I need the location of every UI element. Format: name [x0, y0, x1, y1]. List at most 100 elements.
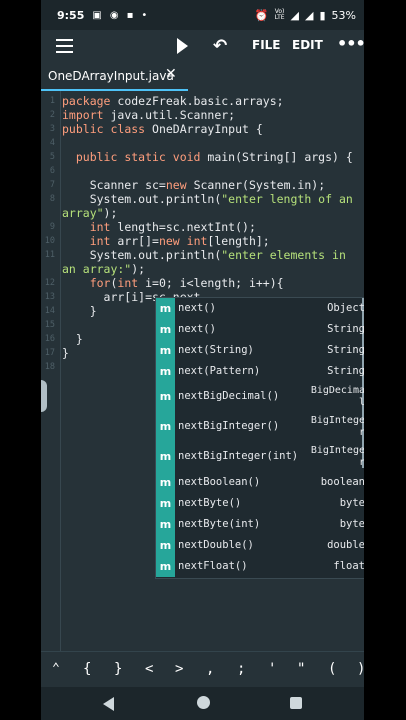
edit-menu-button[interactable]: EDIT: [292, 38, 323, 52]
suggestion-type: String: [327, 365, 364, 377]
gutter-divider: [60, 91, 61, 651]
line-number: 18: [44, 362, 55, 372]
method-badge-icon: m: [156, 361, 175, 382]
line-number: 11: [44, 250, 55, 260]
suggestion-type: double: [327, 539, 364, 551]
suggestion-item[interactable]: m nextByte() byte: [156, 493, 364, 514]
tab-bar: OneDArrayInput.java ✕: [41, 62, 364, 92]
symbol-key[interactable]: >: [175, 661, 183, 677]
line-number: 10: [44, 236, 55, 246]
dot-icon: •: [141, 9, 148, 21]
code-line: public static void main(String[] args) {: [62, 150, 353, 164]
suggestion-name: nextFloat(): [178, 560, 248, 572]
line-number: 2: [49, 110, 55, 120]
method-badge-icon: m: [156, 442, 175, 472]
code-line: int arr[]=new int[length];: [62, 234, 270, 248]
suggestion-item[interactable]: m next(String) String: [156, 340, 364, 361]
suggestion-type: Object: [327, 302, 364, 314]
suggestion-name: nextByte(int): [178, 518, 261, 530]
suggestion-item[interactable]: m nextFloat() float: [156, 556, 364, 577]
suggestion-type: String: [327, 344, 364, 356]
suggestion-item[interactable]: m next(Pattern) String: [156, 361, 364, 382]
suggestion-item[interactable]: m nextBigInteger() BigIntege r: [156, 412, 364, 442]
signal-icon-2: ◢: [305, 8, 314, 22]
method-badge-icon: m: [156, 514, 175, 535]
symbol-key[interactable]: ): [357, 661, 364, 677]
battery-icon: ▮: [319, 8, 326, 22]
more-options-icon[interactable]: •••: [337, 34, 364, 53]
symbol-key[interactable]: ': [268, 661, 276, 677]
suggestion-name: nextBigDecimal(): [178, 390, 280, 402]
run-icon[interactable]: [177, 38, 188, 54]
code-line: package codezFreak.basic.arrays;: [62, 94, 284, 108]
code-line: }: [62, 332, 83, 346]
battery-percent: 53%: [331, 8, 356, 22]
method-badge-icon: m: [156, 412, 175, 442]
symbol-key[interactable]: ": [297, 661, 305, 677]
symbol-key[interactable]: <: [145, 661, 153, 677]
suggestion-item[interactable]: m nextDouble() double: [156, 535, 364, 556]
symbol-bar: ⌃ { } < > , ; ' " ( ): [41, 651, 364, 688]
line-number: 14: [44, 306, 55, 316]
suggestion-name: nextByte(): [178, 497, 242, 509]
suggestion-name: next(Pattern): [178, 365, 261, 377]
method-badge-icon: m: [156, 556, 175, 577]
suggestion-name: nextBoolean(): [178, 476, 261, 488]
expand-up-icon[interactable]: ⌃: [52, 661, 60, 676]
line-number: 16: [44, 334, 55, 344]
method-badge-icon: m: [156, 298, 175, 319]
code-line: System.out.println("enter length of an: [62, 192, 353, 206]
menu-icon[interactable]: [56, 39, 73, 53]
suggestion-item[interactable]: m next() String: [156, 319, 364, 340]
recent-apps-icon[interactable]: [290, 697, 302, 709]
file-menu-button[interactable]: FILE: [252, 38, 281, 52]
symbol-key[interactable]: ;: [237, 661, 245, 677]
method-badge-icon: m: [156, 535, 175, 556]
code-line: for(int i=0; i<length; i++){: [62, 276, 284, 290]
suggestion-name: nextDouble(): [178, 539, 254, 551]
tab-onedarrayinput[interactable]: OneDArrayInput.java ✕: [41, 62, 188, 91]
method-badge-icon: m: [156, 493, 175, 514]
suggestion-name: next(): [178, 302, 216, 314]
method-badge-icon: m: [156, 382, 175, 412]
suggestion-type: byte: [339, 518, 364, 530]
status-right: ⏰ Vo) LTE ◢ ◢ ▮ 53%: [255, 9, 356, 22]
gallery-notification-icon: ▣: [92, 9, 102, 21]
method-badge-icon: m: [156, 319, 175, 340]
symbol-key[interactable]: (: [328, 661, 336, 677]
line-number: 15: [44, 320, 55, 330]
line-number: 17: [44, 348, 55, 358]
drawer-handle[interactable]: [41, 380, 47, 412]
symbol-key[interactable]: ,: [206, 661, 214, 677]
volte-indicator: Vo) LTE: [274, 8, 285, 21]
suggestion-type: String: [327, 323, 364, 335]
line-number: 7: [49, 180, 55, 190]
line-number: 8: [49, 194, 55, 204]
back-icon[interactable]: [103, 697, 114, 711]
alarm-icon: ⏰: [254, 8, 269, 22]
suggestion-name: next(): [178, 323, 216, 335]
suggestion-item[interactable]: m nextByte(int) byte: [156, 514, 364, 535]
code-line-wrap: an array:");: [62, 262, 146, 276]
toolbar: ↶ FILE EDIT •••: [41, 30, 364, 62]
suggestion-item[interactable]: m nextBigInteger(int) BigIntege r: [156, 442, 364, 472]
symbol-key[interactable]: {: [83, 661, 91, 677]
status-bar: 9:55 ▣ ◉ ▪ • ⏰ Vo) LTE ◢ ◢ ▮ 53%: [41, 0, 364, 30]
suggestion-name: nextBigInteger(int): [178, 450, 299, 462]
message-icon: ▪: [126, 9, 134, 21]
line-number: 6: [49, 166, 55, 176]
home-icon[interactable]: [197, 696, 210, 709]
suggestion-item[interactable]: m next() Object: [156, 298, 364, 319]
code-editor-app: 9:55 ▣ ◉ ▪ • ⏰ Vo) LTE ◢ ◢ ▮ 53% ↶ FILE …: [41, 0, 364, 720]
code-line: Scanner sc=new Scanner(System.in);: [62, 178, 326, 192]
suggestion-item[interactable]: m nextBigDecimal() BigDecima l: [156, 382, 364, 412]
code-line: System.out.println("enter elements in: [62, 248, 346, 262]
notification-icon: ◉: [109, 9, 119, 21]
close-icon[interactable]: ✕: [165, 66, 177, 82]
line-number: 9: [49, 222, 55, 232]
method-badge-icon: m: [156, 340, 175, 361]
suggestion-item[interactable]: m nextBoolean() boolean: [156, 472, 364, 493]
status-time: 9:55: [57, 8, 85, 22]
symbol-key[interactable]: }: [114, 661, 122, 677]
undo-icon[interactable]: ↶: [213, 36, 227, 56]
